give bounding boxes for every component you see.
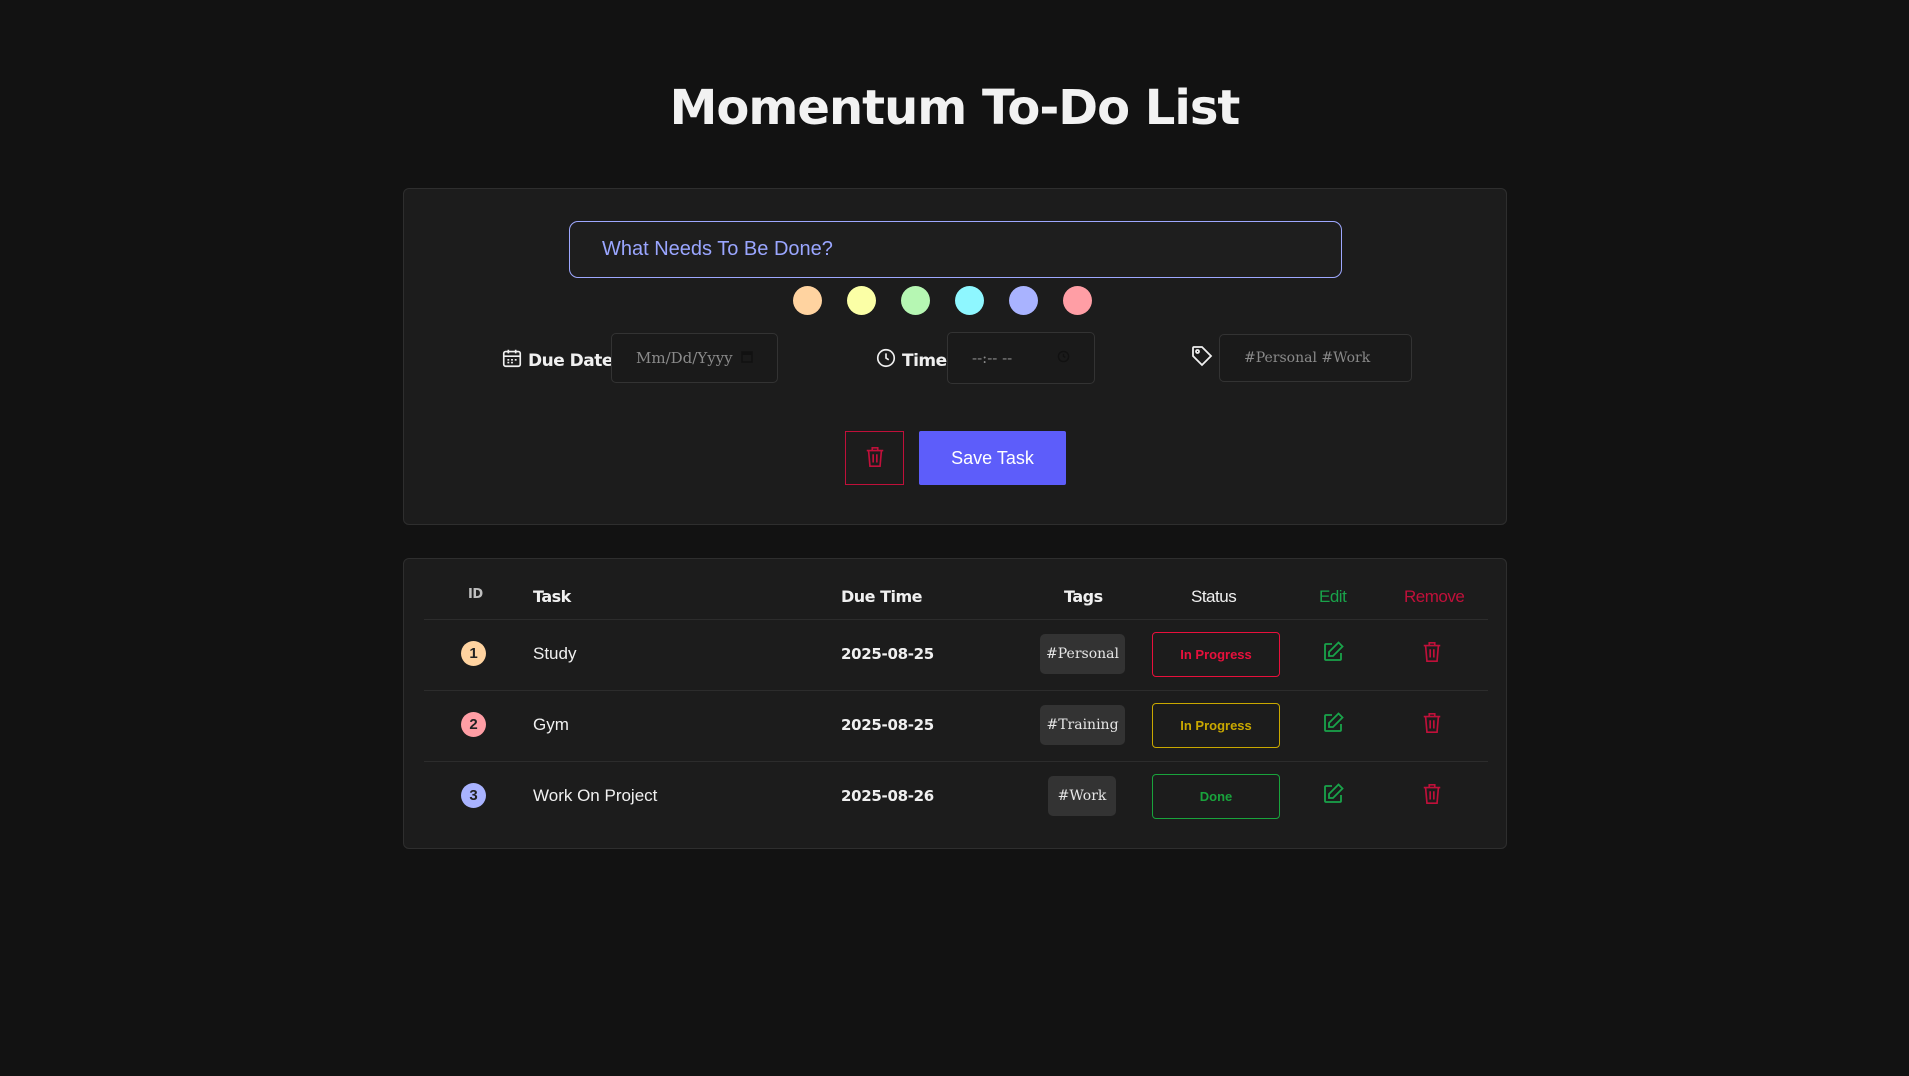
edit-icon[interactable] bbox=[1321, 711, 1345, 740]
row-due-date: 2025-08-26 bbox=[841, 787, 934, 805]
remove-trash-icon[interactable] bbox=[1421, 711, 1443, 740]
col-header-task: Task bbox=[533, 587, 571, 606]
color-swatch-blue[interactable] bbox=[1009, 286, 1038, 315]
row-status-button[interactable]: In Progress bbox=[1152, 632, 1280, 677]
row-task: Work On Project bbox=[533, 786, 658, 805]
due-date-input[interactable]: Mm/Dd/Yyyy bbox=[611, 333, 778, 383]
row-id-badge: 1 bbox=[461, 641, 486, 666]
tags-input[interactable]: #Personal #Work bbox=[1219, 334, 1412, 382]
color-swatch-yellow[interactable] bbox=[847, 286, 876, 315]
task-form-panel: Due Date Mm/Dd/Yyyy Time --:-- -- bbox=[403, 188, 1507, 525]
row-task: Study bbox=[533, 644, 577, 663]
clear-form-button[interactable] bbox=[845, 431, 904, 485]
remove-trash-icon[interactable] bbox=[1421, 640, 1443, 669]
remove-trash-icon[interactable] bbox=[1421, 782, 1443, 811]
row-id-badge: 3 bbox=[461, 783, 486, 808]
time-picker-icon[interactable] bbox=[1057, 349, 1070, 367]
tags-placeholder: #Personal #Work bbox=[1244, 350, 1371, 366]
calendar-icon bbox=[501, 347, 523, 374]
row-due-date: 2025-08-25 bbox=[841, 645, 934, 663]
tag-icon bbox=[1190, 344, 1214, 373]
task-table-panel: ID Task Due Time Tags Status Edit Remove… bbox=[403, 558, 1507, 849]
col-header-id: ID bbox=[468, 587, 483, 602]
row-tag: #Training bbox=[1040, 705, 1125, 745]
row-tag: #Personal bbox=[1040, 634, 1125, 674]
calendar-picker-icon[interactable] bbox=[741, 349, 753, 367]
col-header-edit: Edit bbox=[1319, 587, 1347, 606]
time-placeholder: --:-- -- bbox=[972, 349, 1013, 367]
row-status-button[interactable]: Done bbox=[1152, 774, 1280, 819]
edit-icon[interactable] bbox=[1321, 782, 1345, 811]
save-task-button[interactable]: Save Task bbox=[919, 431, 1066, 485]
time-label-group: Time bbox=[875, 347, 947, 374]
task-input[interactable] bbox=[569, 221, 1342, 278]
due-date-label-group: Due Date bbox=[501, 347, 613, 374]
edit-icon[interactable] bbox=[1321, 640, 1345, 669]
row-due-date: 2025-08-25 bbox=[841, 716, 934, 734]
due-date-placeholder: Mm/Dd/Yyyy bbox=[636, 349, 733, 367]
color-swatch-cyan[interactable] bbox=[955, 286, 984, 315]
table-row: 2 Gym 2025-08-25 #Training In Progress bbox=[404, 691, 1508, 762]
col-header-due-time: Due Time bbox=[841, 587, 923, 606]
trash-icon bbox=[864, 445, 886, 472]
table-row: 3 Work On Project 2025-08-26 #Work Done bbox=[404, 762, 1508, 833]
time-label: Time bbox=[902, 350, 947, 371]
time-input[interactable]: --:-- -- bbox=[947, 332, 1095, 384]
row-tag: #Work bbox=[1048, 776, 1116, 816]
color-swatch-red[interactable] bbox=[1063, 286, 1092, 315]
row-status-button[interactable]: In Progress bbox=[1152, 703, 1280, 748]
color-swatch-orange[interactable] bbox=[793, 286, 822, 315]
col-header-status: Status bbox=[1191, 587, 1237, 606]
row-task: Gym bbox=[533, 715, 569, 734]
col-header-remove: Remove bbox=[1404, 587, 1465, 606]
clock-icon bbox=[875, 347, 897, 374]
row-id-badge: 2 bbox=[461, 712, 486, 737]
color-swatch-green[interactable] bbox=[901, 286, 930, 315]
page-title: Momentum To-Do List bbox=[669, 80, 1241, 136]
due-date-label: Due Date bbox=[528, 350, 613, 371]
table-row: 1 Study 2025-08-25 #Personal In Progress bbox=[404, 620, 1508, 691]
col-header-tags: Tags bbox=[1064, 587, 1103, 606]
